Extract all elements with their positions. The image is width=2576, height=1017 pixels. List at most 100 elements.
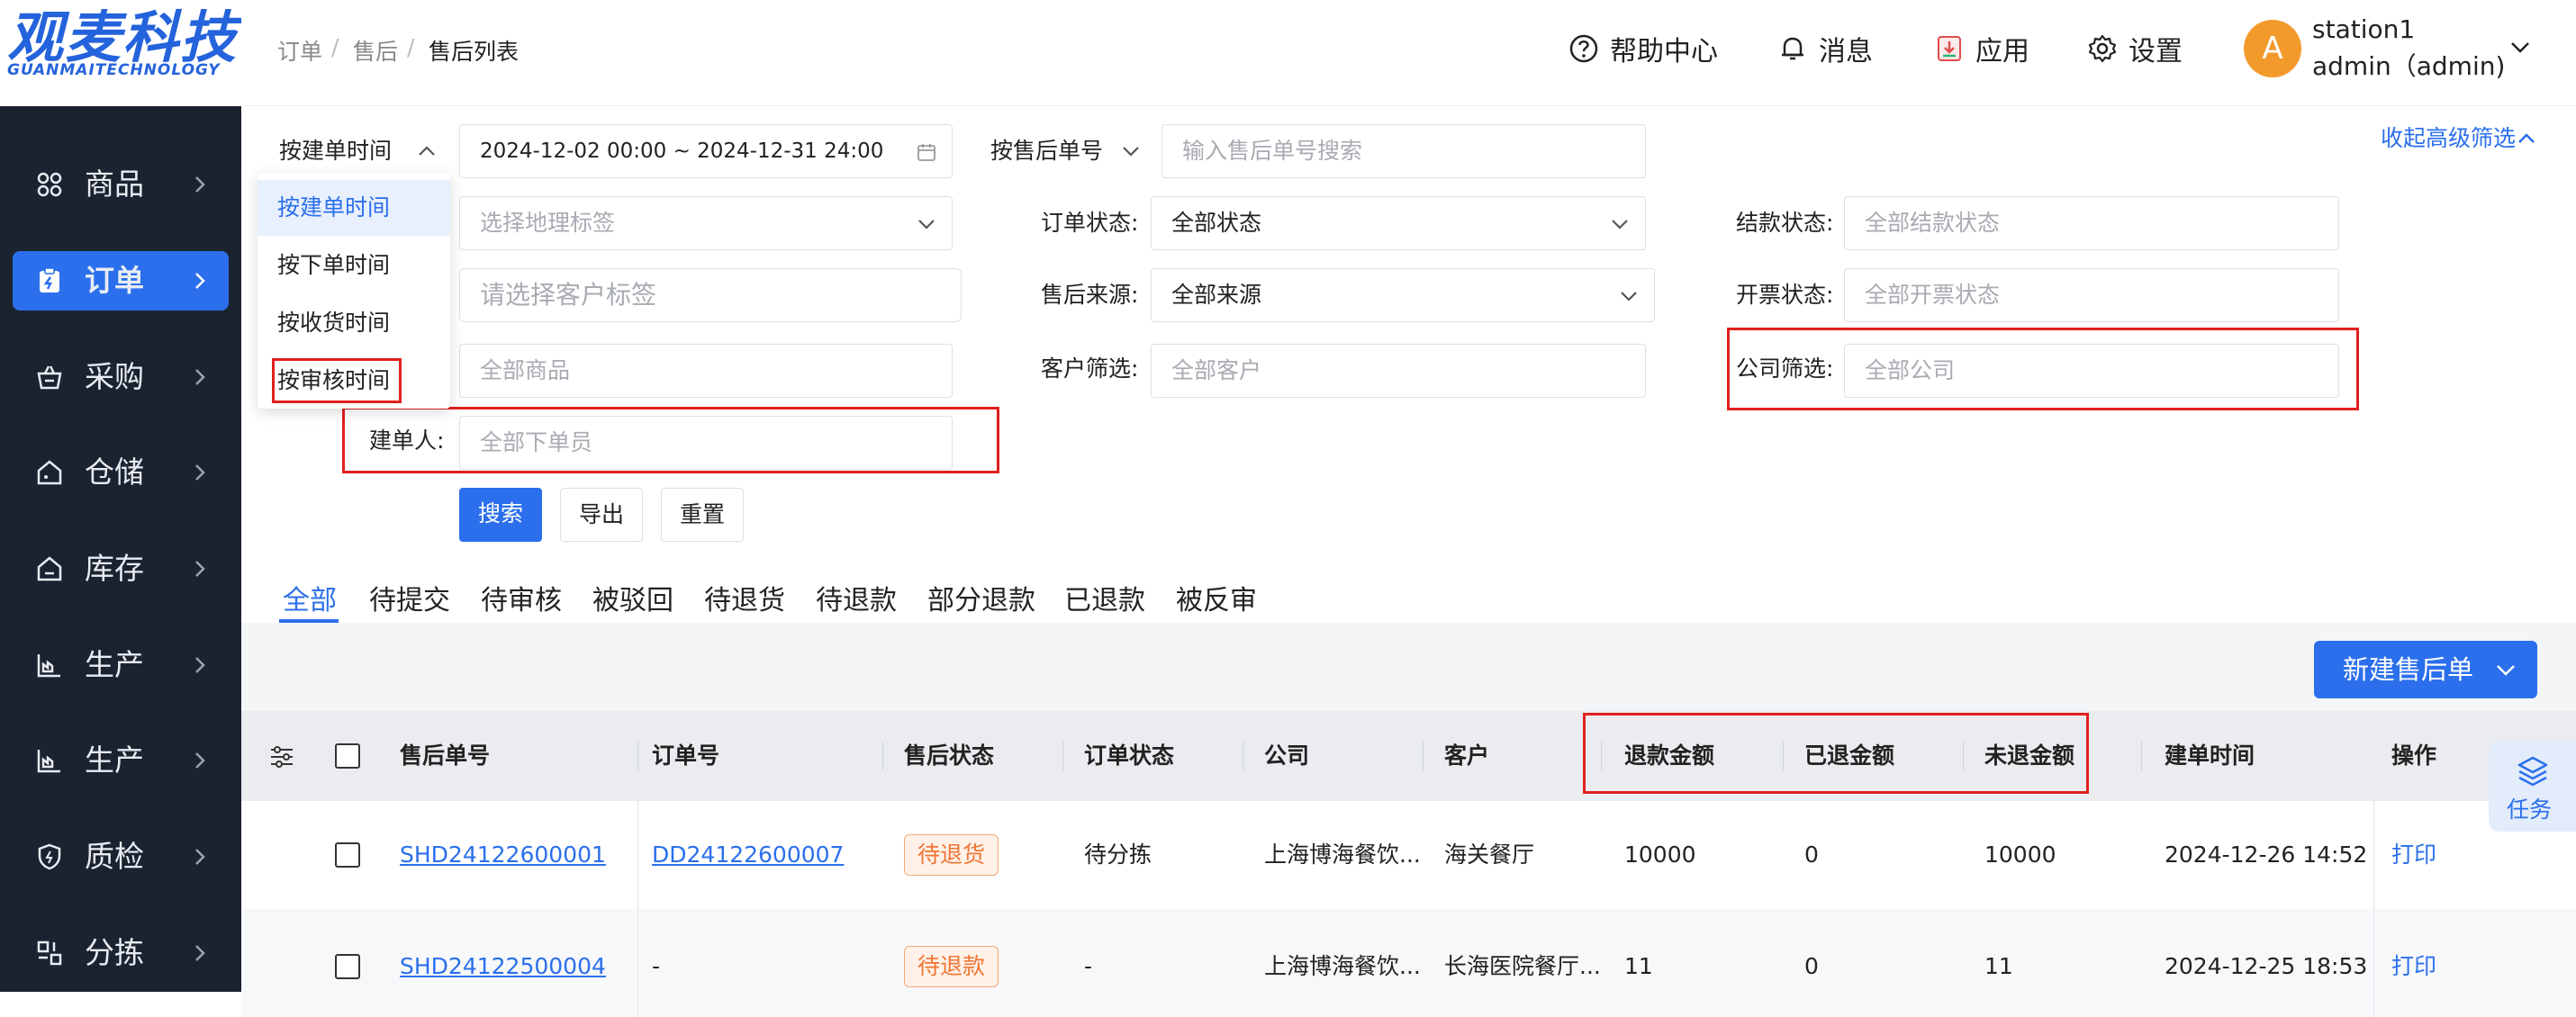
- avatar[interactable]: A: [2244, 20, 2301, 77]
- sidebar-item-production[interactable]: 生产: [13, 635, 229, 695]
- chevron-up-icon[interactable]: [2516, 128, 2537, 149]
- chevron-down-icon: [1621, 292, 1637, 302]
- apps-button[interactable]: 应用: [1934, 29, 2029, 68]
- column-divider: [637, 801, 638, 909]
- row-checkbox[interactable]: [335, 954, 360, 979]
- settings-label: 设置: [2129, 36, 2183, 68]
- source-select[interactable]: 全部来源: [1151, 268, 1655, 322]
- sidebar-item-goods[interactable]: 商品: [13, 155, 229, 214]
- sidebar-item-production-2[interactable]: 生产: [13, 731, 229, 790]
- tab-rejected[interactable]: 被驳回: [592, 578, 673, 617]
- breadcrumb-current: 售后列表: [429, 39, 520, 65]
- aftersale-no-link[interactable]: SHD24122600001: [400, 837, 606, 873]
- messages-button[interactable]: 消息: [1777, 29, 1873, 68]
- help-center-button[interactable]: 帮助中心: [1568, 29, 1718, 68]
- user-role[interactable]: admin（admin): [2312, 47, 2505, 83]
- order-no-cell: -: [652, 953, 661, 979]
- column-divider: [2141, 742, 2142, 770]
- chevron-down-icon[interactable]: [2507, 34, 2534, 61]
- invoice-status-select[interactable]: 全部开票状态: [1844, 268, 2339, 322]
- aftersale-no-input[interactable]: 输入售后单号搜索: [1161, 124, 1646, 178]
- tab-partial-refund[interactable]: 部分退款: [927, 578, 1035, 617]
- unrefunded-amount-cell: 10000: [1984, 842, 2056, 868]
- sidebar-item-inventory[interactable]: 库存: [13, 539, 229, 598]
- sidebar-item-label: 质检: [85, 839, 144, 874]
- company-select[interactable]: 全部公司: [1844, 344, 2339, 398]
- breadcrumb-separator: /: [331, 34, 339, 60]
- reset-button[interactable]: 重置: [661, 488, 744, 542]
- sidebar-item-label: 订单: [85, 263, 144, 298]
- tab-refunded[interactable]: 已退款: [1064, 578, 1145, 617]
- aftersale-no-type-select[interactable]: 按售后单号: [990, 135, 1103, 167]
- sidebar-item-quality[interactable]: 质检: [13, 827, 229, 886]
- customer-select[interactable]: 全部客户: [1151, 344, 1646, 398]
- print-link[interactable]: 打印: [2391, 837, 2436, 873]
- sidebar-item-label: 仓储: [85, 454, 144, 490]
- date-range-picker[interactable]: 2024-12-02 00:00 ~ 2024-12-31 24:00: [459, 124, 953, 178]
- sidebar-item-label: 商品: [85, 166, 144, 202]
- logo[interactable]: 观麦科技 GUANMAITECHNOLOGY: [0, 0, 241, 106]
- print-link[interactable]: 打印: [2391, 949, 2436, 985]
- calendar-icon: [917, 144, 935, 161]
- row-checkbox[interactable]: [335, 842, 360, 868]
- geo-tag-select[interactable]: 选择地理标签: [459, 196, 953, 250]
- task-float-button[interactable]: 任务: [2489, 742, 2576, 832]
- tab-pending-submit[interactable]: 待提交: [369, 578, 450, 617]
- order-status-select[interactable]: 全部状态: [1151, 196, 1646, 250]
- export-button[interactable]: 导出: [560, 488, 643, 542]
- user-name[interactable]: station1: [2312, 14, 2415, 44]
- table-header: 售后单号 订单号 售后状态 订单状态 公司 客户 退款金额 已退金额 未退金额 …: [241, 711, 2576, 801]
- apps-label: 应用: [1975, 36, 2029, 68]
- sidebar-item-sorting[interactable]: 分拣: [13, 923, 229, 983]
- breadcrumb-orders[interactable]: 订单: [277, 34, 322, 67]
- tab-pending-refund[interactable]: 待退款: [816, 578, 897, 617]
- warehouse-icon: [37, 460, 62, 485]
- messages-label: 消息: [1819, 36, 1873, 68]
- geo-tag-placeholder: 选择地理标签: [480, 210, 616, 236]
- collapse-filter-link[interactable]: 收起高级筛选: [2381, 122, 2516, 155]
- company-filter-label: 公司筛选:: [1736, 356, 1834, 382]
- creator-select[interactable]: 全部下单员: [459, 416, 953, 470]
- chevron-down-icon[interactable]: [1120, 140, 1142, 162]
- customer-placeholder: 全部客户: [1171, 357, 1262, 383]
- chevron-right-icon: [195, 369, 205, 385]
- sidebar-item-orders[interactable]: 订单: [13, 251, 229, 310]
- source-label: 售后来源:: [1041, 282, 1139, 308]
- sidebar-item-warehouse[interactable]: 仓储: [13, 443, 229, 502]
- tab-reverse-reviewed[interactable]: 被反审: [1176, 578, 1257, 617]
- refunded-amount-cell: 0: [1804, 842, 1819, 868]
- time-option-created[interactable]: 按建单时间: [258, 180, 450, 236]
- order-no-link[interactable]: DD24122600007: [652, 837, 844, 873]
- breadcrumb-aftersale[interactable]: 售后: [353, 34, 398, 67]
- tab-pending-review[interactable]: 待审核: [481, 578, 562, 617]
- time-option-ordered[interactable]: 按下单时间: [258, 238, 450, 293]
- sidebar-item-purchase[interactable]: 采购: [13, 347, 229, 407]
- select-all-checkbox[interactable]: [335, 743, 360, 769]
- highlight-amount-columns: [1583, 713, 2089, 794]
- aftersale-no-link[interactable]: SHD24122500004: [400, 949, 606, 985]
- column-settings-icon[interactable]: [268, 743, 295, 770]
- new-aftersale-button[interactable]: 新建售后单: [2314, 641, 2537, 698]
- refunded-amount-cell: 0: [1804, 953, 1819, 979]
- order-status-cell: 待分拣: [1084, 842, 1152, 868]
- order-status-cell: -: [1084, 953, 1093, 979]
- customer-tag-select[interactable]: 请选择客户标签: [459, 268, 962, 322]
- tab-all[interactable]: 全部: [283, 578, 337, 617]
- time-option-received[interactable]: 按收货时间: [258, 295, 450, 351]
- app-download-icon: [1938, 36, 1961, 61]
- tab-pending-return[interactable]: 待退货: [704, 578, 785, 617]
- layers-icon: [2517, 756, 2548, 787]
- time-type-select[interactable]: 按建单时间: [279, 135, 392, 167]
- aftersale-no-placeholder: 输入售后单号搜索: [1182, 138, 1363, 164]
- goods-select[interactable]: 全部商品: [459, 344, 953, 398]
- customer-tag-placeholder: 请选择客户标签: [480, 280, 657, 310]
- table-row[interactable]: SHD24122600001 DD24122600007 待退货 待分拣 上海博…: [241, 801, 2576, 909]
- settle-status-select[interactable]: 全部结款状态: [1844, 196, 2339, 250]
- column-divider: [882, 742, 883, 770]
- chevron-up-icon[interactable]: [416, 140, 438, 162]
- col-created-time: 建单时间: [2165, 742, 2255, 769]
- table-row[interactable]: SHD24122500004 - 待退款 - 上海博海餐饮... 长海医院餐厅.…: [241, 909, 2576, 1017]
- logo-subtitle: GUANMAITECHNOLOGY: [7, 61, 221, 79]
- settings-button[interactable]: 设置: [2087, 29, 2183, 68]
- search-button[interactable]: 搜索: [459, 488, 542, 542]
